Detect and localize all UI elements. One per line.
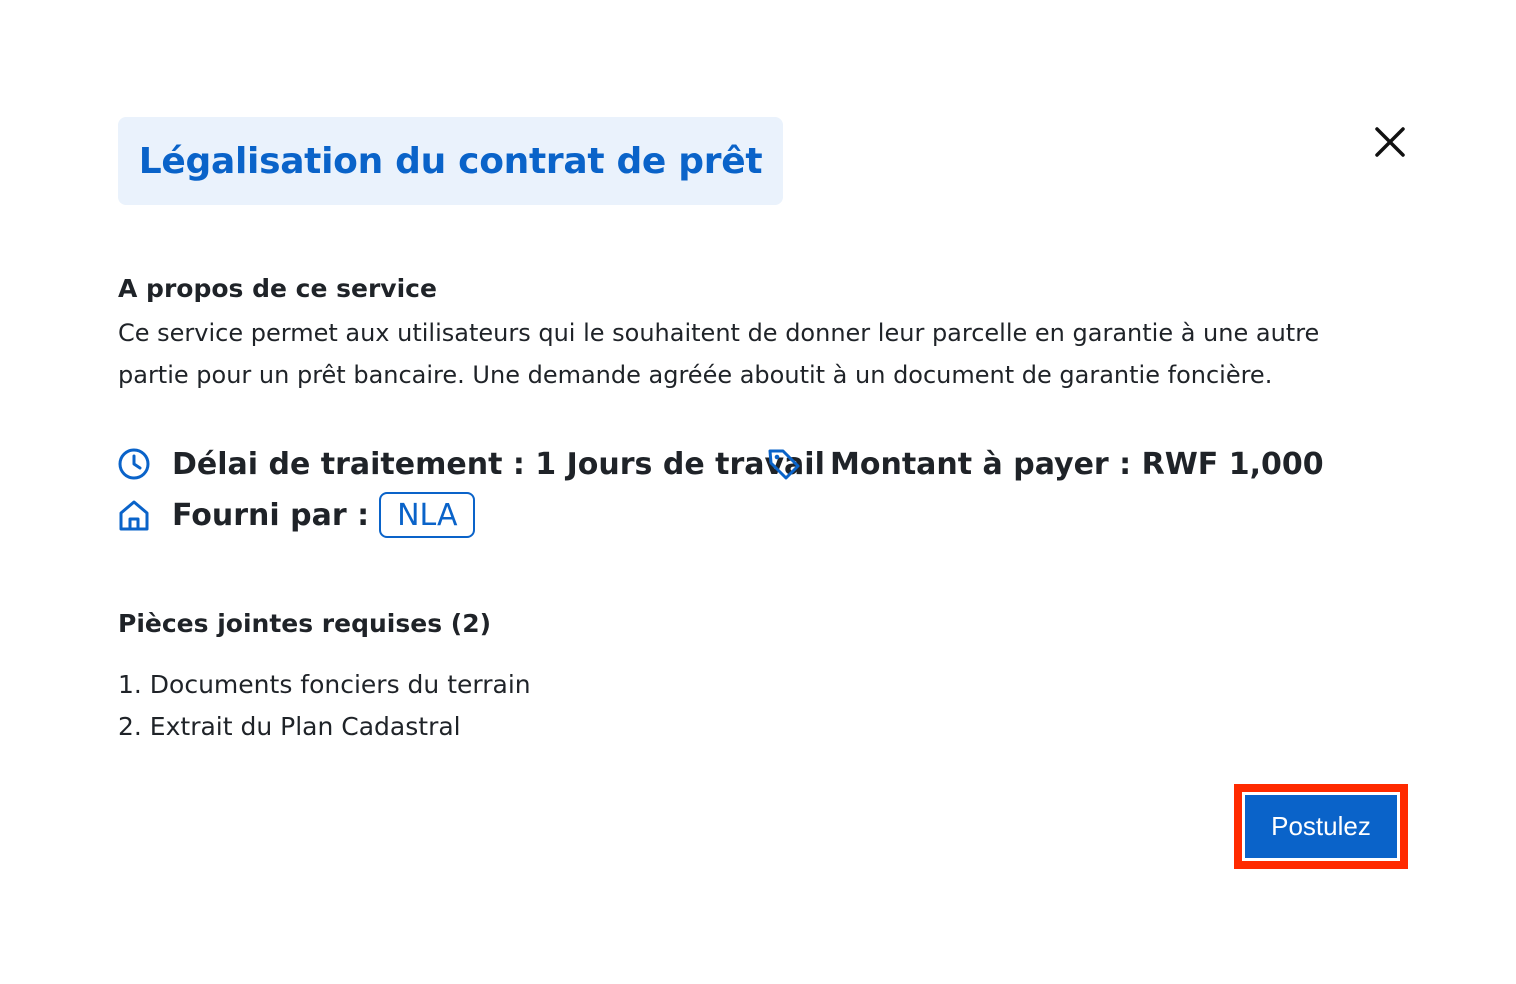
price-tag-icon	[766, 446, 802, 482]
apply-button-highlight: Postulez	[1234, 784, 1408, 869]
dialog-title: Légalisation du contrat de prêt	[138, 140, 763, 182]
provider: Fourni par : NLA	[116, 492, 476, 538]
provider-badge[interactable]: NLA	[379, 492, 476, 538]
home-icon	[116, 497, 152, 533]
attachments-list: 1. Documents fonciers du terrain 2. Extr…	[118, 664, 531, 748]
list-item: 1. Documents fonciers du terrain	[118, 670, 531, 699]
clock-icon	[116, 446, 152, 482]
service-dialog: Légalisation du contrat de prêt A propos…	[0, 0, 1516, 984]
about-description: Ce service permet aux utilisateurs qui l…	[118, 319, 1320, 389]
provider-label: Fourni par :	[172, 497, 370, 533]
title-banner: Légalisation du contrat de prêt	[118, 117, 783, 205]
list-item: 2. Extrait du Plan Cadastral	[118, 712, 461, 741]
about-heading: A propos de ce service	[118, 274, 437, 303]
amount-due: Montant à payer : RWF 1,000	[766, 446, 1324, 482]
amount-due-text: Montant à payer : RWF 1,000	[830, 446, 1324, 482]
close-icon	[1375, 127, 1405, 157]
processing-time: Délai de traitement : 1 Jours de travail	[116, 446, 825, 482]
processing-time-text: Délai de traitement : 1 Jours de travail	[172, 446, 825, 482]
close-button[interactable]	[1368, 120, 1412, 164]
apply-button[interactable]: Postulez	[1245, 795, 1397, 858]
attachments-heading: Pièces jointes requises (2)	[118, 609, 492, 638]
